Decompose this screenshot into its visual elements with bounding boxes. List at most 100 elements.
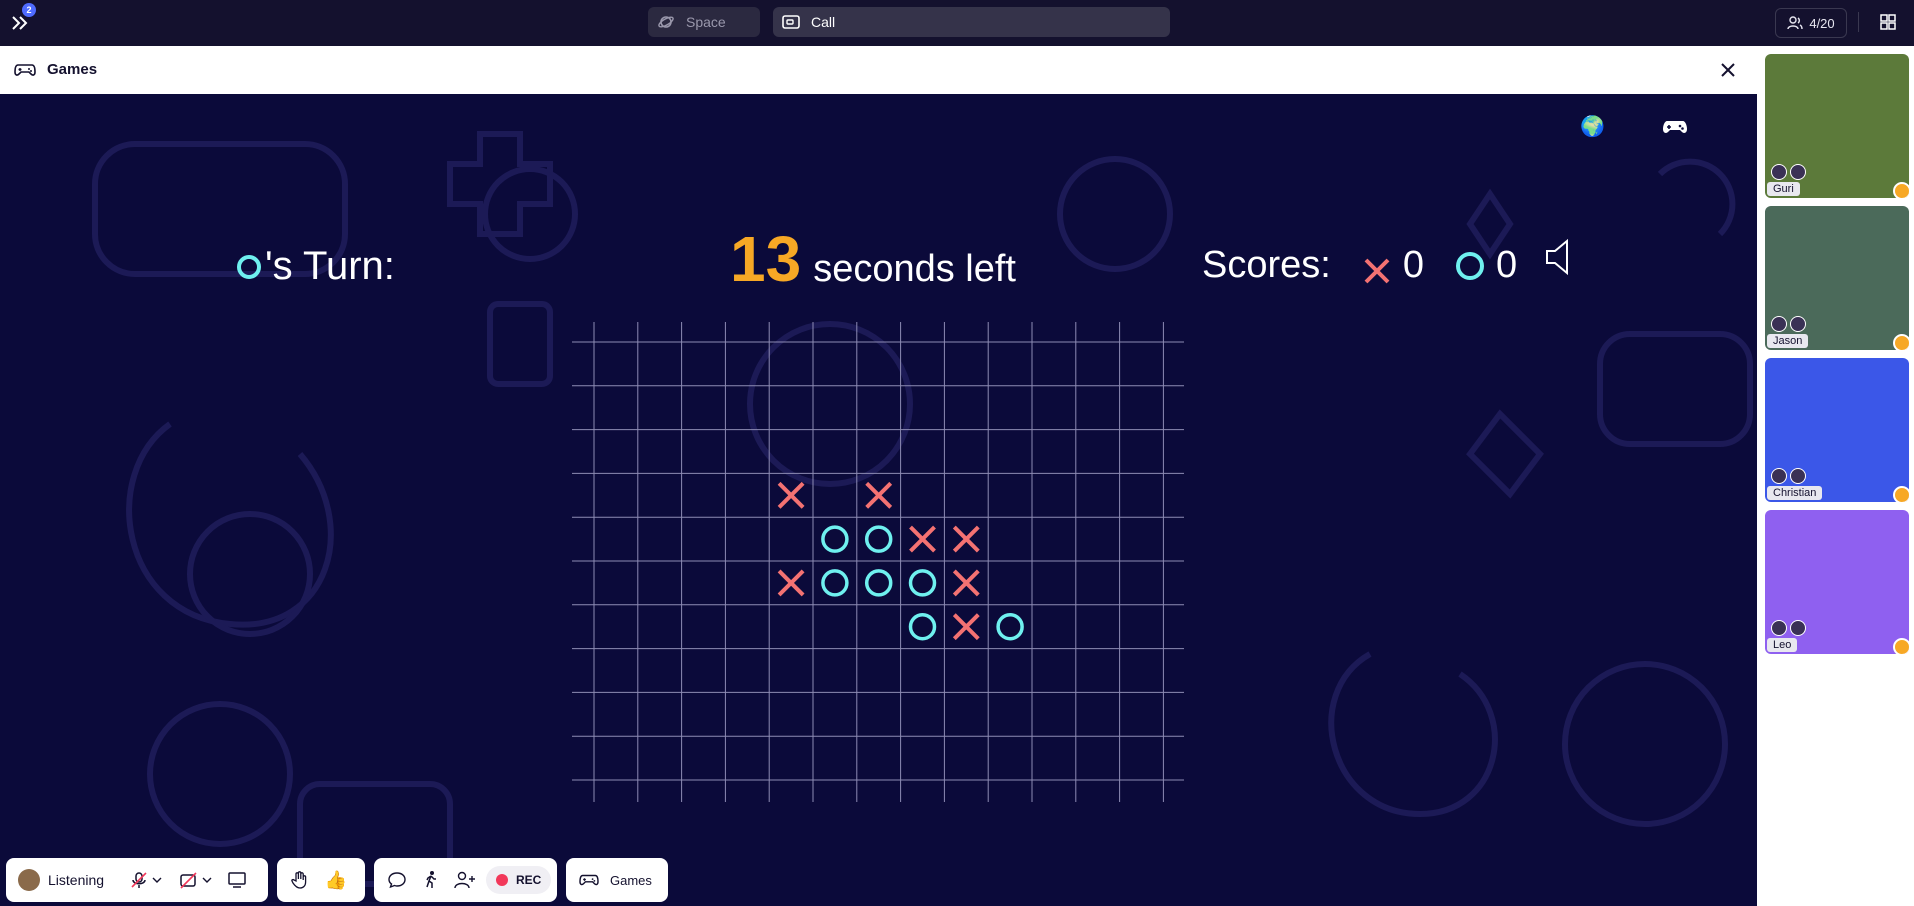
status-dot [1893,638,1909,654]
participant-name: Guri [1767,182,1800,196]
people-icon [1787,16,1804,30]
mic-off-icon [1771,620,1787,636]
chat-bubble-icon [388,872,406,889]
status-dot [1893,334,1909,350]
participants-count-button[interactable]: 4/20 [1775,8,1847,38]
tab-call-label: Call [811,14,836,30]
x-mark [777,569,805,597]
participant-name: Christian [1767,486,1823,500]
o-mark [821,569,849,597]
grid-icon [1880,14,1896,30]
speaker-icon [1546,238,1568,276]
turn-label: 's Turn: [265,244,395,288]
network-globe-icon: 🌍 [1580,116,1605,138]
record-label: REC [516,873,542,887]
x-mark [952,613,980,641]
score-o: 0 [1495,244,1518,286]
record-button[interactable]: REC [486,866,552,894]
panel-title: Games [47,61,98,78]
gamepad-menu-button[interactable] [1662,116,1688,138]
o-mark [864,569,893,597]
tab-space[interactable]: Space [648,7,760,37]
participant-tile-guri[interactable]: Guri [1765,54,1909,198]
game-board[interactable] [572,322,1184,802]
o-mark [821,525,849,553]
participants-count: 4/20 [1809,15,1835,31]
close-icon [1721,63,1735,77]
record-dot-icon [496,874,508,886]
muted-icons [1771,164,1806,180]
x-mark [865,481,893,509]
participant-tile-jason[interactable]: Jason [1765,206,1909,350]
camera-off-icon [1790,164,1806,180]
planet-icon [656,12,676,32]
o-mark [996,612,1024,641]
call-tools: REC [374,858,557,902]
camera-options-button[interactable] [200,869,214,891]
walk-button[interactable] [420,869,442,891]
participant-tile-christian[interactable]: Christian [1765,358,1909,502]
chat-button[interactable] [386,869,408,891]
timer-text: seconds left [813,248,1016,290]
avatar[interactable] [18,869,40,891]
video-camera-icon [781,12,801,32]
x-mark [777,481,805,509]
mic-off-icon [1771,164,1787,180]
camera-off-icon [1790,316,1806,332]
o-symbol-icon [237,254,261,279]
status-controls: Listening [6,858,268,902]
layout-grid-button[interactable] [1878,12,1898,32]
hand-icon [291,871,307,889]
score-x: 0 [1402,244,1424,286]
muted-icons [1771,620,1806,636]
thumbs-up-icon: 👍 [324,869,348,890]
reaction-controls: 👍 [277,858,365,902]
timer-value: 13 [730,223,802,295]
chevron-down-icon [202,877,212,883]
x-mark [952,569,980,597]
countdown-timer: 13 seconds left [730,222,1016,296]
turn-indicator: 's Turn: [237,244,395,289]
participant-tile-leo[interactable]: Leo [1765,510,1909,654]
thumbs-up-button[interactable]: 👍 [325,869,347,891]
participant-name: Jason [1767,334,1809,348]
games-button[interactable]: Games [566,858,668,902]
add-user-icon [454,871,475,889]
x-mark [909,525,936,553]
scores-label: Scores: [1202,244,1331,286]
mic-options-button[interactable] [150,869,164,891]
camera-toggle-button[interactable] [178,869,200,891]
walking-person-icon [426,871,436,888]
mic-toggle-button[interactable] [128,869,150,891]
games-panel-header: Games [0,46,1757,94]
x-mark [952,525,980,553]
x-symbol-icon [1363,252,1391,283]
mic-off-icon [1771,316,1787,332]
sound-toggle-button[interactable] [1545,237,1571,277]
camera-off-icon [180,872,197,889]
status-dot [1893,486,1909,502]
top-bar: 2 Space Call 4/20 [0,0,1914,46]
status-dot [1893,182,1909,198]
notification-badge: 2 [22,3,36,17]
games-label: Games [610,872,652,888]
status-label[interactable]: Listening [48,872,104,888]
monitor-icon [228,872,246,888]
muted-icons [1771,316,1806,332]
o-symbol-icon [1455,251,1484,280]
participant-name: Leo [1767,638,1798,652]
divider [1858,12,1859,32]
raise-hand-button[interactable] [289,869,311,891]
screen-share-button[interactable] [226,869,248,891]
tab-space-label: Space [686,14,726,30]
close-panel-button[interactable] [1716,58,1740,82]
invite-button[interactable] [454,869,476,891]
mic-off-icon [1771,468,1787,484]
gamepad-icon [1663,121,1687,133]
gamepad-icon [14,60,36,80]
camera-off-icon [1790,468,1806,484]
participants-sidebar: Guri Jason Christian Leo [1757,46,1914,906]
chevron-down-icon [152,877,162,883]
tab-call[interactable]: Call [773,7,1170,37]
o-mark [908,569,937,597]
